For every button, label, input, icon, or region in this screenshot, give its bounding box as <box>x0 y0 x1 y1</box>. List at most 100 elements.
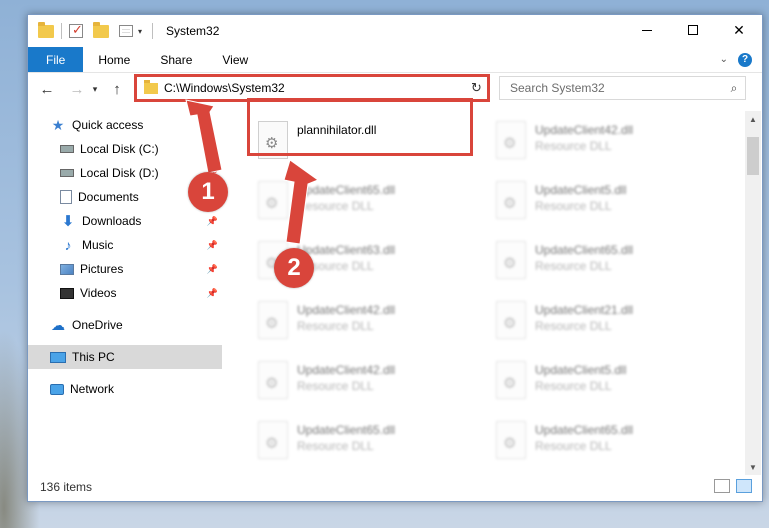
file-item[interactable]: UpdateClient5.dll Resource DLL <box>486 353 716 403</box>
pictures-icon <box>60 263 74 275</box>
maximize-icon <box>688 25 698 35</box>
back-button[interactable]: ← <box>36 78 58 100</box>
file-item[interactable]: UpdateClient42.dll Resource DLL <box>248 293 478 343</box>
separator <box>61 23 62 39</box>
sidebar-item-videos[interactable]: Videos 📌 <box>28 281 222 305</box>
sidebar-item-label: Local Disk (D:) <box>80 166 159 180</box>
star-icon: ★ <box>51 116 65 133</box>
documents-icon <box>60 190 72 204</box>
sidebar-item-label: Videos <box>80 286 117 300</box>
sidebar-item-quick-access[interactable]: ★ Quick access <box>28 113 222 137</box>
file-description: Resource DLL <box>297 439 374 453</box>
properties-icon[interactable] <box>119 25 133 37</box>
cloud-icon: ☁ <box>51 316 65 333</box>
minimize-icon <box>642 29 652 31</box>
quick-access-toolbar: ▾ <box>28 15 156 47</box>
file-description: Resource DLL <box>297 379 374 393</box>
forward-arrow-icon: → <box>69 80 85 98</box>
help-icon[interactable]: ? <box>738 52 752 67</box>
file-item[interactable]: UpdateClient65.dll Resource DLL <box>486 413 716 463</box>
search-input[interactable] <box>510 81 723 95</box>
sidebar-item-label: Local Disk (C:) <box>80 142 159 156</box>
downloads-icon: ⬇ <box>61 213 75 230</box>
properties-check-icon[interactable] <box>69 22 83 38</box>
customize-toolbar-chevron-icon[interactable]: ▾ <box>138 27 142 36</box>
view-buttons <box>714 479 752 493</box>
file-item[interactable]: UpdateClient42.dll Resource DLL <box>486 113 716 163</box>
large-icons-view-icon[interactable] <box>736 479 752 493</box>
sidebar-item-network[interactable]: Network <box>28 377 222 401</box>
dll-file-icon <box>496 241 526 279</box>
details-view-icon[interactable] <box>714 479 730 493</box>
file-description: Resource DLL <box>535 319 612 333</box>
dll-file-icon <box>258 181 288 219</box>
sidebar-item-label: This PC <box>72 350 115 364</box>
item-count: 136 items <box>40 480 93 494</box>
close-icon: ✕ <box>733 21 745 38</box>
sidebar-item-onedrive[interactable]: ☁ OneDrive <box>28 313 222 337</box>
pin-icon[interactable]: 📌 <box>207 144 218 155</box>
expand-ribbon-chevron-icon[interactable]: ⌄ <box>720 54 728 65</box>
tab-view[interactable]: View <box>207 47 263 72</box>
up-button[interactable]: ↑ <box>106 78 128 100</box>
ribbon-right: ⌄ ? <box>720 47 762 72</box>
file-item[interactable]: UpdateClient42.dll Resource DLL <box>248 353 478 403</box>
file-name: UpdateClient42.dll <box>535 123 634 137</box>
recent-locations-button[interactable]: ▾ <box>88 78 102 100</box>
sidebar-item-label: Network <box>70 382 115 396</box>
pin-icon[interactable]: 📌 <box>207 264 218 275</box>
pin-icon[interactable]: 📌 <box>207 288 218 299</box>
music-icon: ♪ <box>64 237 72 253</box>
dll-file-icon <box>496 181 526 219</box>
dll-file-icon <box>496 421 526 459</box>
pin-icon[interactable]: 📌 <box>207 216 218 227</box>
file-item[interactable]: UpdateClient65.dll Resource DLL <box>248 413 478 463</box>
ribbon-tabs: File Home Share View ⌄ ? <box>28 47 762 73</box>
navigation-pane: ★ Quick access Local Disk (C:) 📌 Local D… <box>28 111 222 471</box>
scroll-thumb[interactable] <box>747 137 759 175</box>
search-icon[interactable]: ⌕ <box>723 81 745 96</box>
back-arrow-icon: ← <box>39 80 55 98</box>
sidebar-item-downloads[interactable]: ⬇ Downloads 📌 <box>28 209 222 233</box>
videos-icon <box>60 287 74 299</box>
minimize-button[interactable] <box>624 15 670 45</box>
file-name: UpdateClient65.dll <box>535 423 634 437</box>
sidebar-item-music[interactable]: ♪ Music 📌 <box>28 233 222 257</box>
scroll-up-icon[interactable]: ▲ <box>745 111 761 127</box>
tab-home[interactable]: Home <box>83 47 145 72</box>
file-item[interactable]: UpdateClient65.dll Resource DLL <box>248 173 478 223</box>
file-name: UpdateClient65.dll <box>297 183 396 197</box>
sidebar-item-label: Documents <box>78 190 139 204</box>
search-box[interactable]: ⌕ <box>499 76 746 100</box>
close-button[interactable]: ✕ <box>716 15 762 45</box>
dll-file-icon <box>496 301 526 339</box>
sidebar-item-local-disk-c[interactable]: Local Disk (C:) 📌 <box>28 137 222 161</box>
file-description: Resource DLL <box>535 439 612 453</box>
window-title: System32 <box>166 24 220 38</box>
maximize-button[interactable] <box>670 15 716 45</box>
pin-icon[interactable]: 📌 <box>207 240 218 251</box>
sidebar-item-label: Music <box>82 238 114 252</box>
sidebar-item-pictures[interactable]: Pictures 📌 <box>28 257 222 281</box>
file-description: Resource DLL <box>535 379 612 393</box>
file-item[interactable]: UpdateClient21.dll Resource DLL <box>486 293 716 343</box>
sidebar-item-label: Quick access <box>72 118 144 132</box>
file-name: UpdateClient63.dll <box>297 243 396 257</box>
tab-file[interactable]: File <box>28 47 84 72</box>
sidebar-item-this-pc[interactable]: This PC <box>28 345 222 369</box>
forward-button[interactable]: → <box>66 78 88 100</box>
sidebar-item-label: Pictures <box>80 262 124 276</box>
file-item[interactable]: UpdateClient65.dll Resource DLL <box>486 233 716 283</box>
tab-share[interactable]: Share <box>145 47 207 72</box>
separator <box>152 23 154 39</box>
network-icon <box>50 383 64 395</box>
file-item[interactable]: UpdateClient5.dll Resource DLL <box>486 173 716 223</box>
vertical-scrollbar[interactable]: ▲ ▼ <box>745 111 761 475</box>
file-description: Resource DLL <box>535 139 612 153</box>
file-name: UpdateClient5.dll <box>535 363 627 377</box>
file-description: Resource DLL <box>297 319 374 333</box>
file-name: UpdateClient42.dll <box>297 303 396 317</box>
new-folder-icon[interactable] <box>93 21 109 38</box>
dll-file-icon <box>258 301 288 339</box>
file-name: UpdateClient5.dll <box>535 183 627 197</box>
